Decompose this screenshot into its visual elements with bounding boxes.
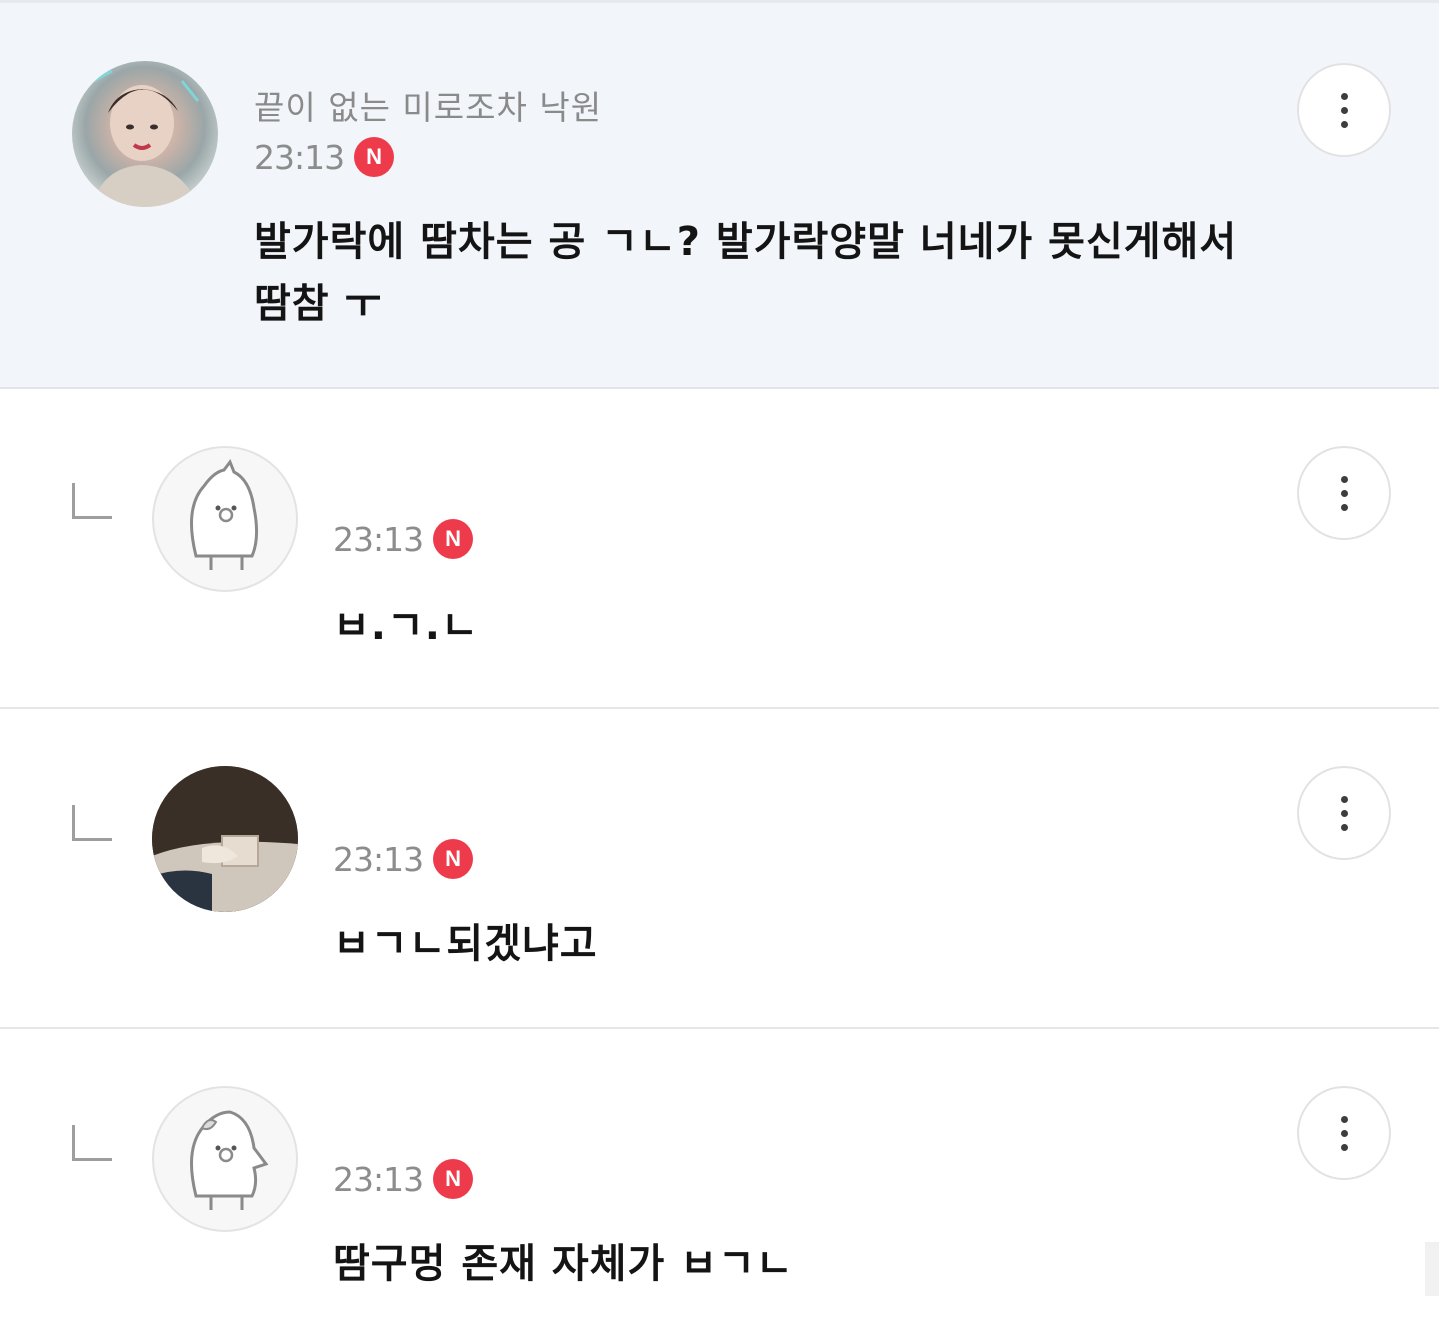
more-options-button[interactable]	[1297, 63, 1391, 157]
default-penguin-avatar-icon[interactable]	[152, 1086, 298, 1232]
comment-main: 끝이 없는 미로조차 낙원 23:13 N 발가락에 땀차는 공 ㄱㄴ? 발가락…	[0, 0, 1439, 389]
more-vertical-icon	[1340, 795, 1348, 803]
comment-time: 23:13	[333, 839, 424, 879]
comment-body-line: 땀참 ㅜ	[254, 281, 383, 327]
more-options-button[interactable]	[1297, 1086, 1391, 1180]
comment-body: 땀구멍 존재 자체가 ㅂㄱㄴ	[333, 1233, 794, 1295]
new-badge: N	[433, 519, 474, 559]
comment-meta: 23:13 N	[333, 1159, 474, 1199]
comment-reply: 23:13 N 땀구멍 존재 자체가 ㅂㄱㄴ	[0, 1029, 1439, 1344]
comment-reply: 23:13 N ㅂㄱㄴ되겠냐고	[0, 709, 1439, 1029]
comment-time: 23:13	[333, 519, 424, 559]
reply-arrow-icon	[72, 483, 112, 519]
profile-photo-icon[interactable]	[72, 61, 218, 207]
comment-username[interactable]: 끝이 없는 미로조차 낙원	[254, 81, 602, 129]
comment-meta: 23:13 N	[254, 137, 395, 177]
more-options-button[interactable]	[1297, 446, 1391, 540]
new-badge: N	[354, 137, 395, 177]
reply-arrow-icon	[72, 1125, 112, 1161]
new-badge: N	[433, 839, 474, 879]
comment-meta: 23:13 N	[333, 519, 474, 559]
comment-body-line: ㅂㄱㄴ되겠냐고	[333, 921, 598, 967]
comment-meta: 23:13 N	[333, 839, 474, 879]
new-badge: N	[433, 1159, 474, 1199]
more-vertical-icon	[1340, 475, 1348, 483]
comment-body: ㅂ.ㄱ.ㄴ	[333, 595, 479, 657]
more-vertical-icon	[1340, 92, 1348, 100]
profile-photo-icon[interactable]	[152, 766, 298, 912]
reply-arrow-icon	[72, 805, 112, 841]
comment-time: 23:13	[254, 137, 345, 177]
comment-body-line: 땀구멍 존재 자체가 ㅂㄱㄴ	[333, 1241, 794, 1287]
comment-thread: 끝이 없는 미로조차 낙원 23:13 N 발가락에 땀차는 공 ㄱㄴ? 발가락…	[0, 0, 1439, 1344]
comment-time: 23:13	[333, 1159, 424, 1199]
comment-body: 발가락에 땀차는 공 ㄱㄴ? 발가락양말 너네가 못신게해서 땀참 ㅜ	[254, 211, 1237, 335]
comment-body-line: 발가락에 땀차는 공 ㄱㄴ? 발가락양말 너네가 못신게해서	[254, 219, 1238, 265]
scrollbar[interactable]	[1425, 1242, 1439, 1296]
default-penguin-avatar-icon[interactable]	[152, 446, 298, 592]
comment-reply: 23:13 N ㅂ.ㄱ.ㄴ	[0, 389, 1439, 709]
more-options-button[interactable]	[1297, 766, 1391, 860]
comment-body-line: ㅂ.ㄱ.ㄴ	[333, 603, 479, 649]
more-vertical-icon	[1340, 1115, 1348, 1123]
comment-body: ㅂㄱㄴ되겠냐고	[333, 913, 598, 975]
